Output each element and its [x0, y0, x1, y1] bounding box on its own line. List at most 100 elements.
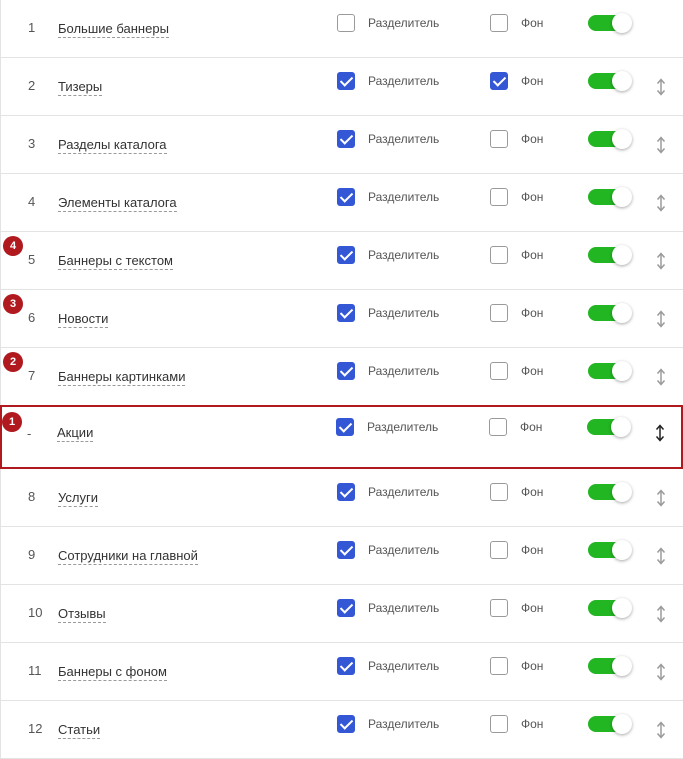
separator-checkbox[interactable]	[337, 188, 355, 206]
enable-toggle[interactable]	[588, 129, 632, 149]
enable-toggle[interactable]	[587, 417, 631, 437]
separator-checkbox[interactable]	[337, 715, 355, 733]
separator-checkbox[interactable]	[337, 362, 355, 380]
list-item: 3 Разделы каталога Разделитель Фон	[0, 116, 683, 174]
drag-handle-icon[interactable]	[655, 604, 667, 624]
row-number: 4	[28, 194, 36, 209]
background-label: Фон	[521, 132, 544, 146]
separator-checkbox[interactable]	[337, 657, 355, 675]
list-item: 8 Услуги Разделитель Фон	[0, 469, 683, 527]
separator-label: Разделитель	[368, 74, 440, 88]
separator-checkbox[interactable]	[337, 304, 355, 322]
background-checkbox[interactable]	[489, 418, 507, 436]
background-label: Фон	[521, 306, 544, 320]
toggle-knob	[612, 187, 632, 207]
background-label: Фон	[521, 364, 544, 378]
toggle-knob	[612, 71, 632, 91]
section-name-link[interactable]: Баннеры с фоном	[58, 664, 167, 681]
toggle-knob	[612, 361, 632, 381]
background-checkbox[interactable]	[490, 599, 508, 617]
enable-toggle[interactable]	[588, 13, 632, 33]
background-checkbox[interactable]	[490, 483, 508, 501]
drag-handle-icon[interactable]	[655, 193, 667, 213]
enable-toggle[interactable]	[588, 656, 632, 676]
separator-label: Разделитель	[368, 364, 440, 378]
background-label: Фон	[521, 190, 544, 204]
drag-handle-icon[interactable]	[655, 488, 667, 508]
drag-handle-icon[interactable]	[655, 251, 667, 271]
separator-label: Разделитель	[368, 132, 440, 146]
row-number: 3	[28, 136, 36, 151]
drag-handle-icon[interactable]	[655, 367, 667, 387]
separator-checkbox[interactable]	[336, 418, 354, 436]
section-name-link[interactable]: Новости	[58, 311, 109, 328]
background-checkbox[interactable]	[490, 188, 508, 206]
background-checkbox[interactable]	[490, 657, 508, 675]
enable-toggle[interactable]	[588, 361, 632, 381]
separator-checkbox[interactable]	[337, 599, 355, 617]
separator-checkbox[interactable]	[337, 246, 355, 264]
separator-checkbox[interactable]	[337, 483, 355, 501]
background-checkbox[interactable]	[490, 541, 508, 559]
list-item: 11 Баннеры с фоном Разделитель Фон	[0, 643, 683, 701]
enable-toggle[interactable]	[588, 598, 632, 618]
drag-handle-icon[interactable]	[655, 309, 667, 329]
drag-handle-icon[interactable]	[654, 423, 666, 443]
drag-handle-icon[interactable]	[655, 546, 667, 566]
background-checkbox[interactable]	[490, 304, 508, 322]
separator-checkbox[interactable]	[337, 541, 355, 559]
background-checkbox[interactable]	[490, 715, 508, 733]
enable-toggle[interactable]	[588, 303, 632, 323]
drag-handle-icon[interactable]	[655, 662, 667, 682]
background-checkbox[interactable]	[490, 72, 508, 90]
background-checkbox[interactable]	[490, 14, 508, 32]
row-number: 10	[28, 605, 43, 620]
section-name-link[interactable]: Баннеры с текстом	[58, 253, 173, 270]
enable-toggle[interactable]	[588, 245, 632, 265]
section-name-link[interactable]: Акции	[57, 425, 94, 442]
section-name-link[interactable]: Элементы каталога	[58, 195, 177, 212]
section-name-link[interactable]: Разделы каталога	[58, 137, 167, 154]
sections-list: 1 Большие баннеры Разделитель Фон 2 Тизеры Раз…	[0, 0, 683, 759]
enable-toggle[interactable]	[588, 187, 632, 207]
separator-label: Разделитель	[368, 543, 440, 557]
list-item: 12 Статьи Разделитель Фон	[0, 701, 683, 759]
row-number: 6	[28, 310, 36, 325]
enable-toggle[interactable]	[588, 714, 632, 734]
drag-handle-icon[interactable]	[655, 135, 667, 155]
drag-handle-icon[interactable]	[655, 77, 667, 97]
toggle-knob	[612, 656, 632, 676]
section-name-link[interactable]: Баннеры картинками	[58, 369, 186, 386]
background-checkbox[interactable]	[490, 246, 508, 264]
section-name-link[interactable]: Большие баннеры	[58, 21, 169, 38]
separator-checkbox[interactable]	[337, 14, 355, 32]
row-number: -	[27, 426, 32, 441]
row-number: 8	[28, 489, 36, 504]
enable-toggle[interactable]	[588, 482, 632, 502]
toggle-knob	[612, 303, 632, 323]
drag-handle-icon[interactable]	[655, 720, 667, 740]
list-item: 4 5 Баннеры с текстом Разделитель Фон	[0, 232, 683, 290]
separator-label: Разделитель	[368, 485, 440, 499]
background-label: Фон	[521, 717, 544, 731]
section-name-link[interactable]: Сотрудники на главной	[58, 548, 198, 565]
list-item: 10 Отзывы Разделитель Фон	[0, 585, 683, 643]
section-name-link[interactable]: Тизеры	[58, 79, 103, 96]
toggle-knob	[612, 129, 632, 149]
enable-toggle[interactable]	[588, 540, 632, 560]
separator-checkbox[interactable]	[337, 130, 355, 148]
section-name-link[interactable]: Услуги	[58, 490, 98, 507]
separator-label: Разделитель	[368, 717, 440, 731]
row-number: 9	[28, 547, 36, 562]
background-label: Фон	[521, 543, 544, 557]
background-checkbox[interactable]	[490, 130, 508, 148]
enable-toggle[interactable]	[588, 71, 632, 91]
list-item: 4 Элементы каталога Разделитель Фон	[0, 174, 683, 232]
toggle-knob	[612, 714, 632, 734]
section-name-link[interactable]: Статьи	[58, 722, 101, 739]
separator-checkbox[interactable]	[337, 72, 355, 90]
separator-label: Разделитель	[368, 190, 440, 204]
section-name-link[interactable]: Отзывы	[58, 606, 106, 623]
separator-label: Разделитель	[368, 659, 440, 673]
background-checkbox[interactable]	[490, 362, 508, 380]
